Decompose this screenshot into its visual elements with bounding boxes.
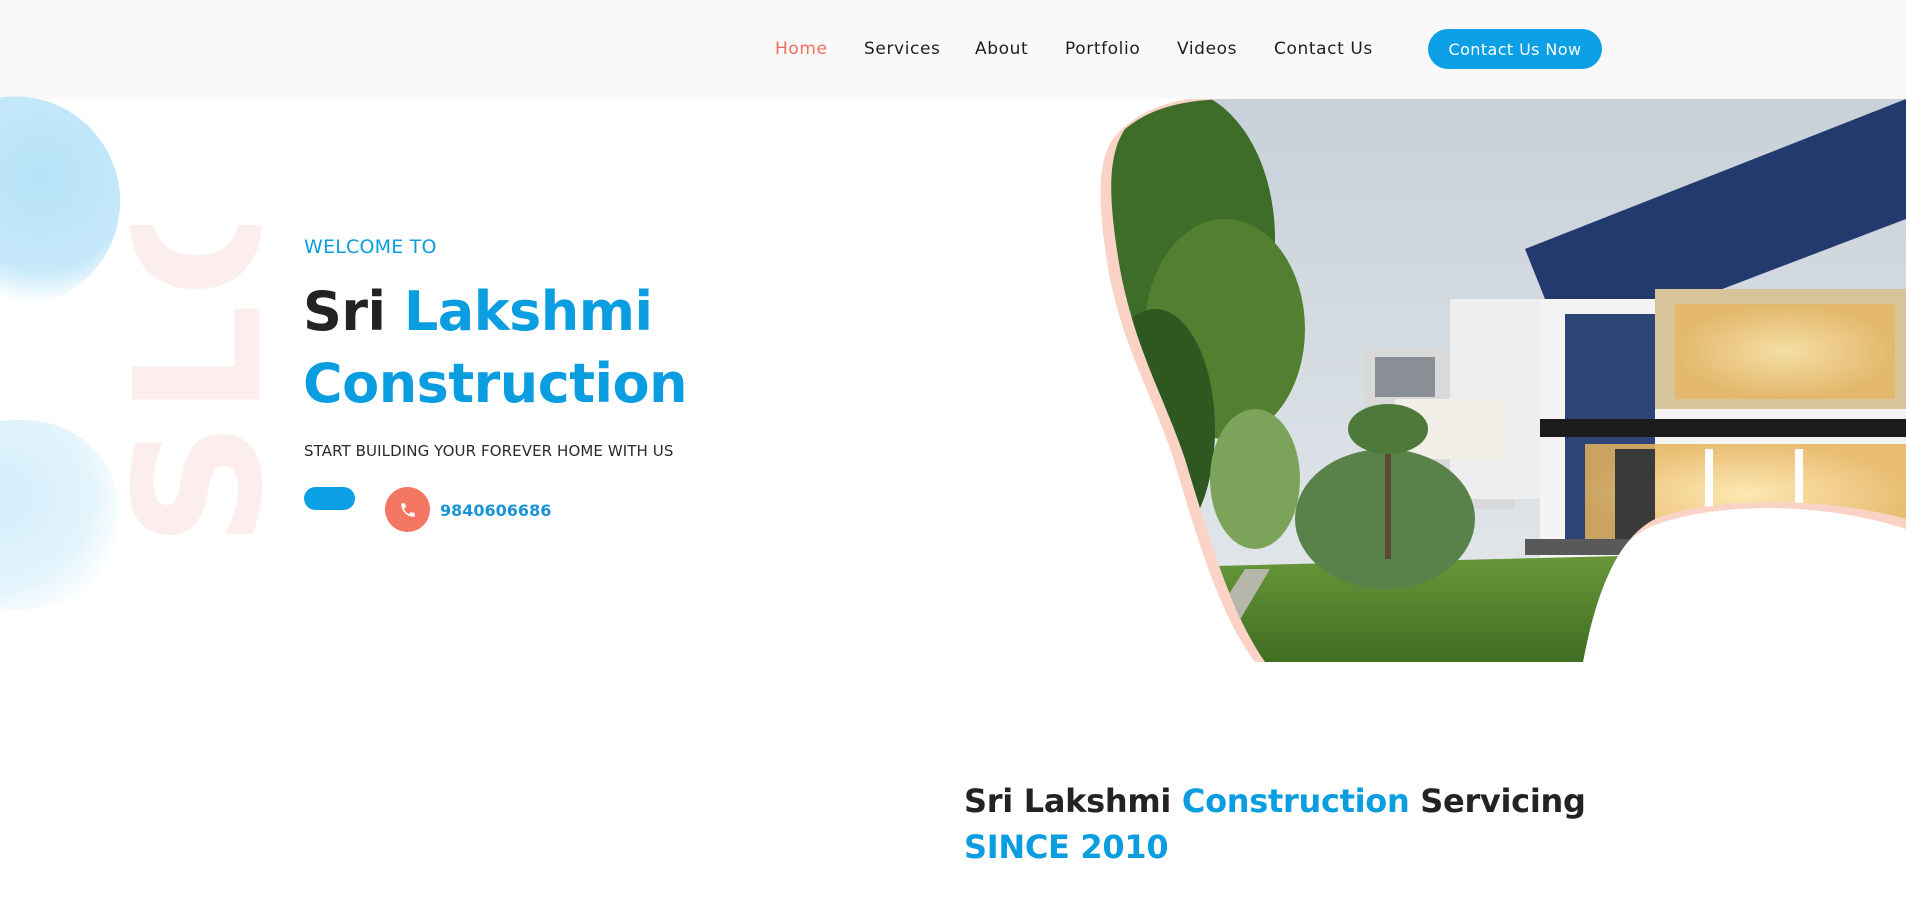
- section-title-part1: Sri Lakshmi: [964, 782, 1172, 820]
- hero-action-button[interactable]: [304, 487, 355, 510]
- phone-button[interactable]: [385, 487, 430, 532]
- contact-us-now-button[interactable]: Contact Us Now: [1428, 29, 1602, 69]
- nav-portfolio[interactable]: Portfolio: [1065, 39, 1140, 59]
- nav-services[interactable]: Services: [864, 39, 941, 59]
- main-nav: Home Services About Portfolio Videos Con…: [0, 0, 1906, 99]
- hero-title-part1: Sri: [303, 280, 386, 343]
- site-header: Home Services About Portfolio Videos Con…: [0, 0, 1906, 99]
- nav-home[interactable]: Home: [775, 39, 828, 59]
- nav-contact-us[interactable]: Contact Us: [1274, 39, 1373, 59]
- nav-about[interactable]: About: [975, 39, 1028, 59]
- hero-title-part2: Lakshmi: [403, 280, 653, 343]
- section-subtitle: SINCE 2010: [964, 828, 1169, 866]
- decorative-blob: [0, 420, 120, 610]
- hero-subtitle: START BUILDING YOUR FOREVER HOME WITH US: [304, 442, 674, 460]
- hero-title-part3: Construction: [303, 352, 688, 415]
- slc-watermark: SLC: [130, 225, 265, 535]
- phone-icon: [400, 502, 415, 517]
- hero-house-image: [1100, 99, 1906, 662]
- section-title-part2: Construction: [1181, 782, 1410, 820]
- nav-videos[interactable]: Videos: [1177, 39, 1237, 59]
- section-title-part3: Servicing: [1420, 782, 1586, 820]
- hero-title: Sri Lakshmi Construction: [303, 276, 688, 420]
- section-title: Sri Lakshmi Construction Servicing: [964, 782, 1586, 820]
- phone-number-link[interactable]: 9840606686: [440, 501, 551, 520]
- decorative-blob: [0, 82, 134, 318]
- watermark-text: SLC: [130, 225, 265, 535]
- welcome-label: WELCOME TO: [304, 236, 437, 258]
